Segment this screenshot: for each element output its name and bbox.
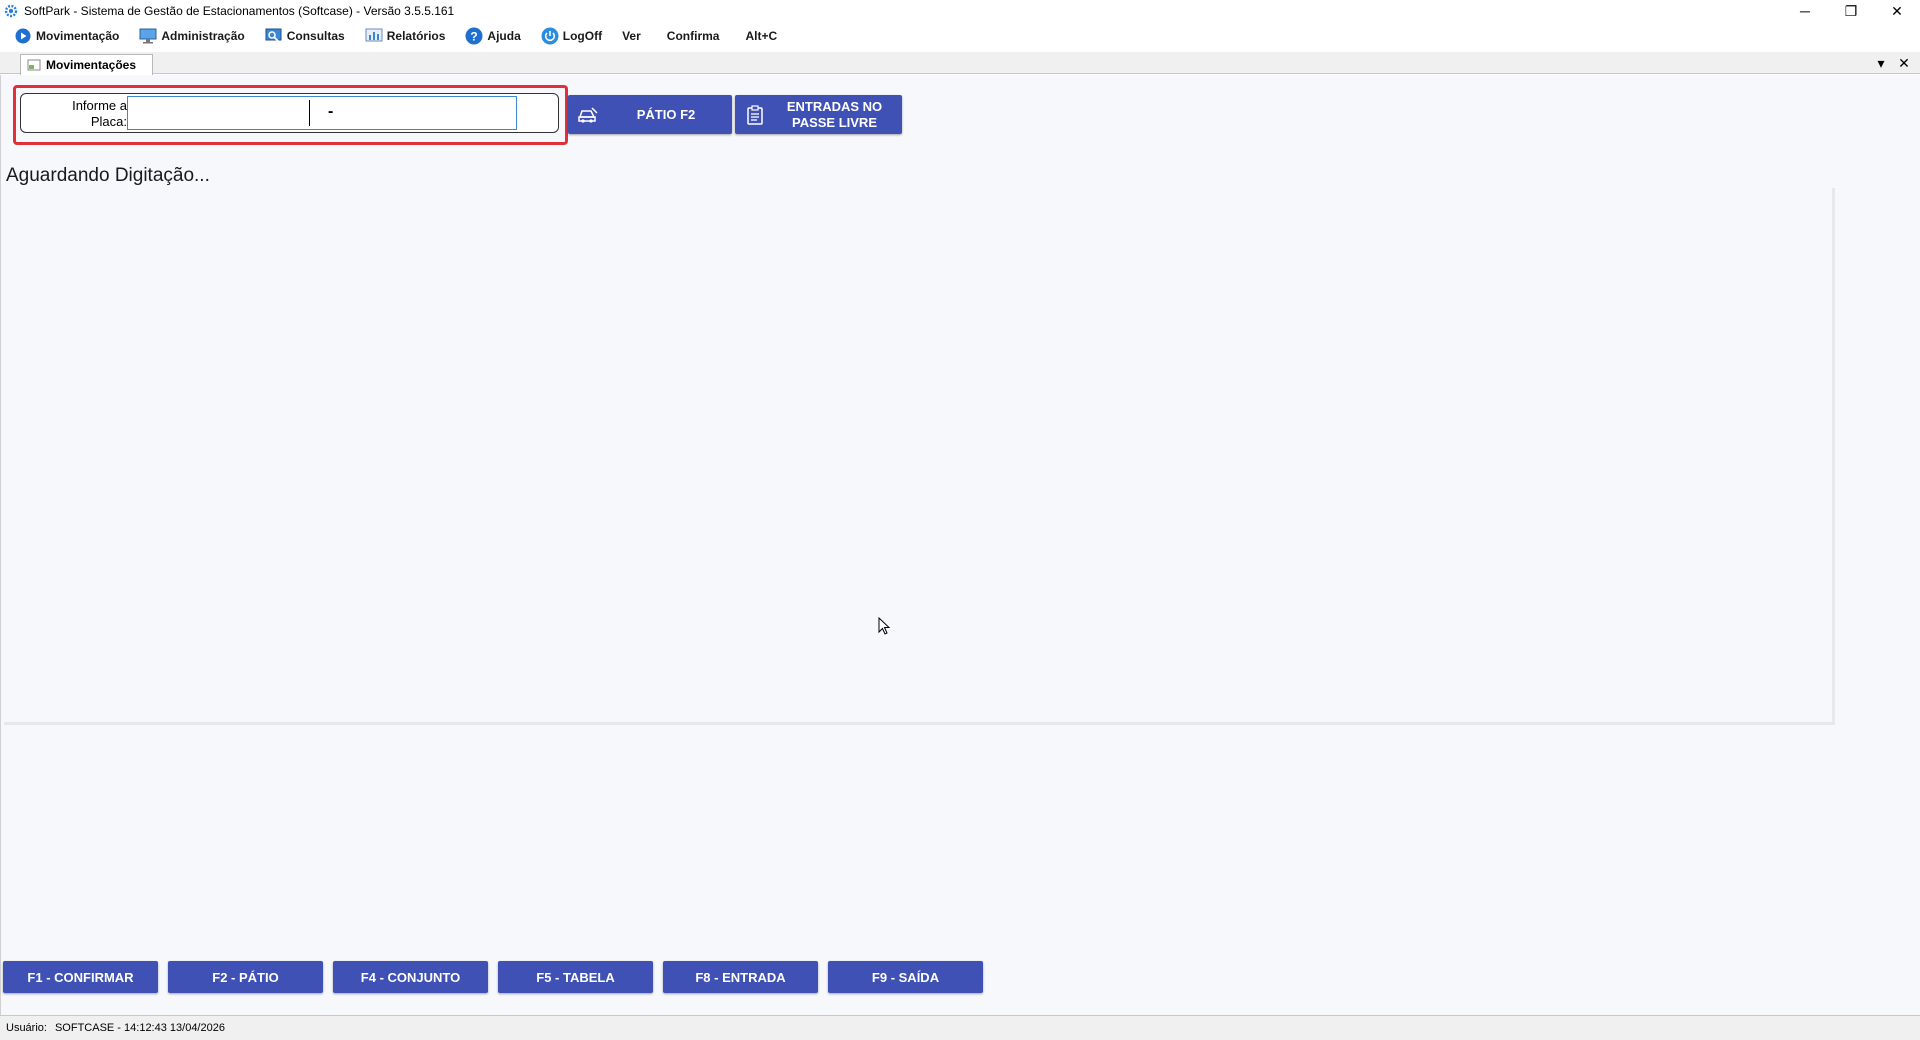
minimize-button[interactable]: ─ <box>1782 0 1828 22</box>
plate-highlight-frame: Informe a Placa: - <box>13 85 568 145</box>
main-content: Informe a Placa: - PÁTIO F2 ENTRADAS NO … <box>0 75 1920 1015</box>
chevron-down-icon[interactable]: ▾ <box>1871 54 1891 72</box>
play-circle-icon <box>14 27 32 45</box>
f9-saida-button[interactable]: F9 - SAÍDA <box>828 961 983 993</box>
help-icon: ? <box>465 27 483 45</box>
menu-bar: Movimentação Administração Consultas Rel… <box>0 22 1920 50</box>
tab-close-icon[interactable]: ✕ <box>1894 54 1914 72</box>
gear-icon <box>3 3 19 19</box>
window-title: SoftPark - Sistema de Gestão de Estacion… <box>24 4 455 18</box>
text-cursor <box>309 100 310 126</box>
car-icon <box>568 105 608 125</box>
title-bar: SoftPark - Sistema de Gestão de Estacion… <box>0 0 1920 22</box>
svg-text:?: ? <box>471 30 478 44</box>
status-message: Aguardando Digitação... <box>6 165 210 186</box>
tab-strip: Movimentações ▾ ✕ <box>0 52 1920 75</box>
menu-label: Relatórios <box>386 29 446 43</box>
menu-logoff[interactable]: LogOff <box>535 24 608 48</box>
menu-consultas[interactable]: Consultas <box>259 24 351 48</box>
f5-tabela-button[interactable]: F5 - TABELA <box>498 961 653 993</box>
menu-alt-c[interactable]: Alt+C <box>739 24 783 48</box>
menu-ajuda[interactable]: ? Ajuda <box>459 24 526 48</box>
search-screen-icon <box>265 27 283 45</box>
menu-label: Administração <box>161 29 245 43</box>
plate-input[interactable]: - <box>127 96 517 130</box>
tab-movimentacoes[interactable]: Movimentações <box>20 54 153 75</box>
user-label: Usuário: <box>6 1022 47 1034</box>
monitor-icon <box>139 27 157 45</box>
menu-administracao[interactable]: Administração <box>133 24 250 48</box>
power-icon <box>541 27 559 45</box>
menu-ver[interactable]: Ver <box>616 24 647 48</box>
restore-button[interactable]: ❐ <box>1828 0 1874 22</box>
menu-label: Consultas <box>286 29 345 43</box>
tab-label: Movimentações <box>46 58 137 72</box>
menu-label: Ajuda <box>487 29 521 43</box>
menu-label: Movimentação <box>36 29 120 43</box>
window-controls: ─ ❐ ✕ <box>1782 0 1920 22</box>
menu-confirma[interactable]: Confirma <box>661 24 726 48</box>
entradas-button-label: ENTRADAS NO PASSE LIVRE <box>786 98 883 130</box>
close-button[interactable]: ✕ <box>1874 0 1920 22</box>
f1-confirmar-button[interactable]: F1 - CONFIRMAR <box>3 961 158 993</box>
menu-relatorios[interactable]: Relatórios <box>359 24 452 48</box>
plate-group: Informe a Placa: - <box>20 93 559 133</box>
status-bar: Usuário: SOFTCASE - 14:12:43 13/04/2026 <box>0 1015 1920 1040</box>
tab-document-icon <box>27 59 41 71</box>
menu-movimentacao[interactable]: Movimentação <box>8 24 125 48</box>
patio-button[interactable]: PÁTIO F2 <box>568 95 732 134</box>
patio-button-label: PÁTIO F2 <box>636 106 696 122</box>
menu-label: LogOff <box>562 29 603 43</box>
f4-conjunto-button[interactable]: F4 - CONJUNTO <box>333 961 488 993</box>
entradas-passe-livre-button[interactable]: ENTRADAS NO PASSE LIVRE <box>735 95 902 134</box>
mouse-cursor-icon <box>878 617 891 635</box>
results-panel <box>4 188 1835 725</box>
f8-entrada-button[interactable]: F8 - ENTRADA <box>663 961 818 993</box>
clipboard-icon <box>735 104 775 125</box>
user-session-info: SOFTCASE - 14:12:43 13/04/2026 <box>54 1022 225 1034</box>
plate-separator: - <box>328 103 334 120</box>
report-icon <box>365 27 383 45</box>
plate-label: Informe a Placa: <box>72 98 127 129</box>
f2-patio-button[interactable]: F2 - PÁTIO <box>168 961 323 993</box>
